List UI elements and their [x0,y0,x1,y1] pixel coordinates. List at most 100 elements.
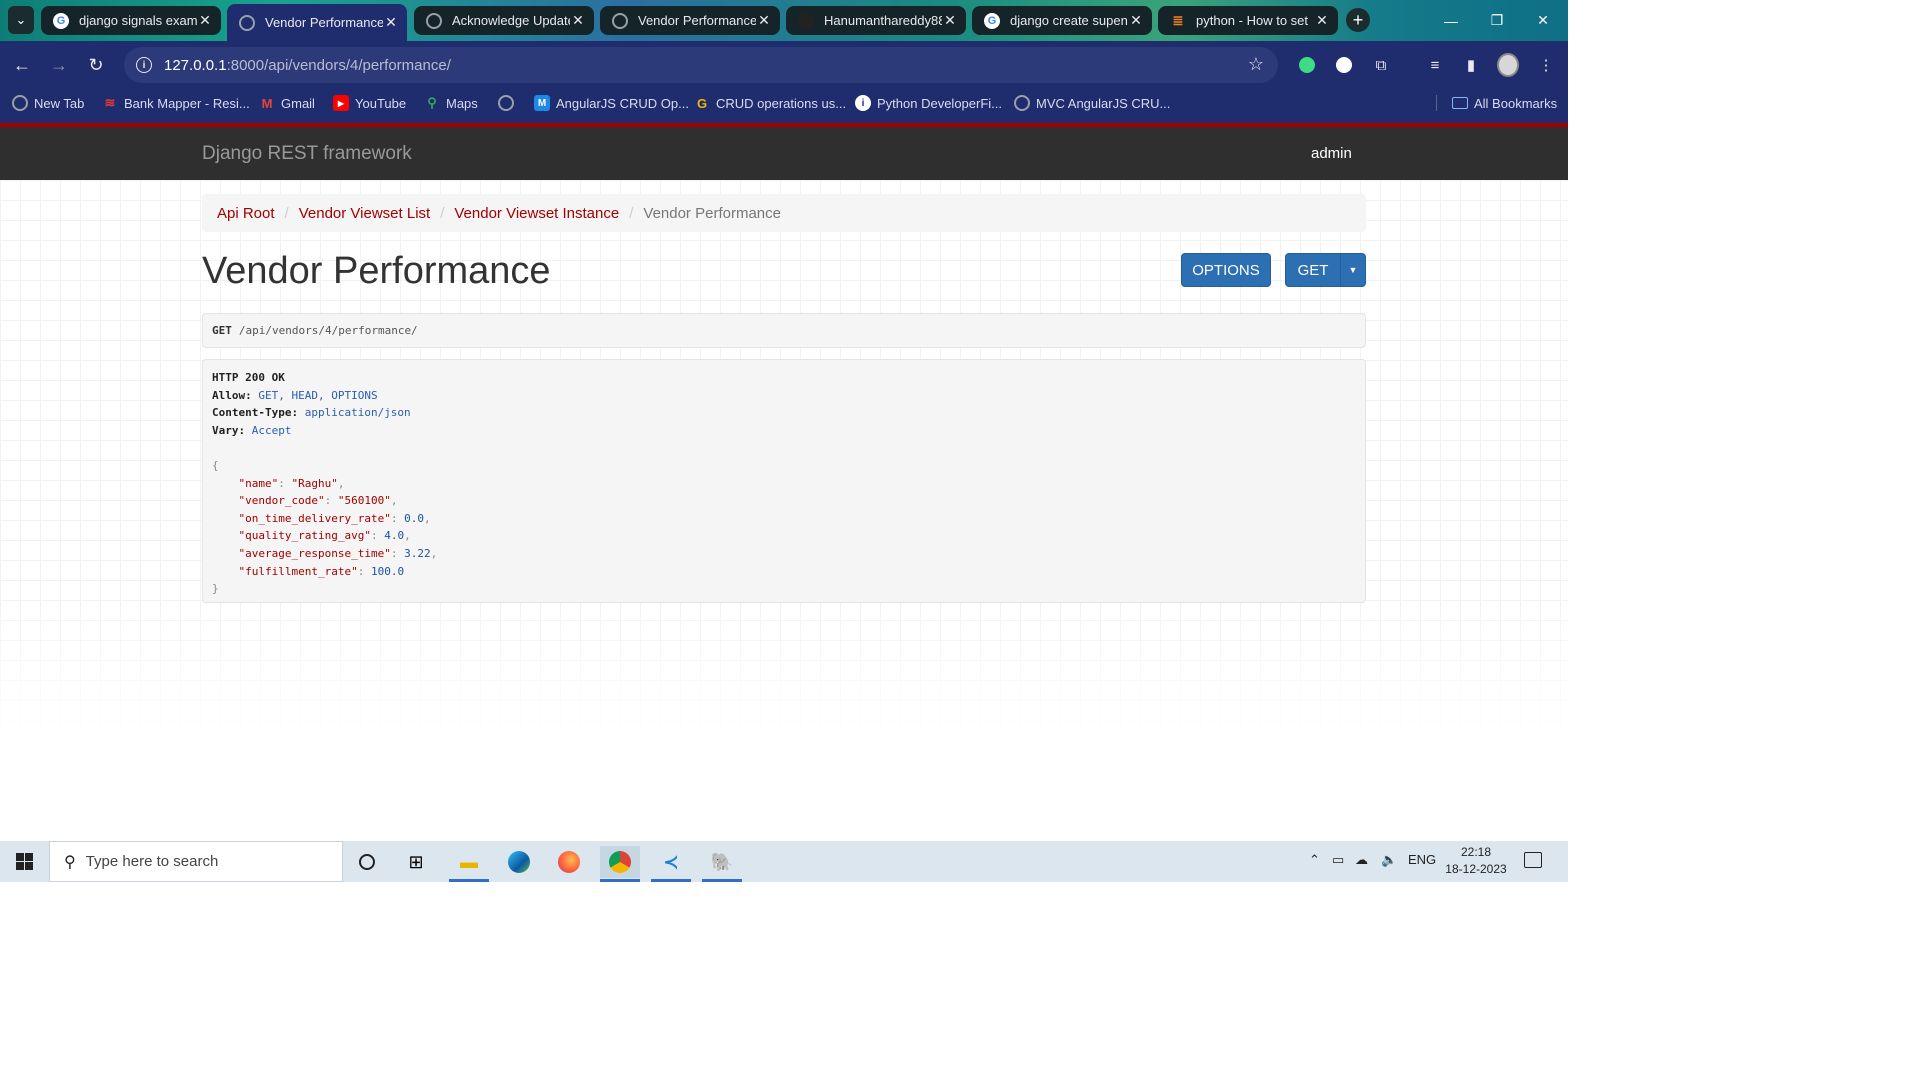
taskbar-search-box[interactable]: ⚲ Type here to search [49,841,343,882]
user-menu[interactable]: admin [1311,145,1352,162]
breadcrumb-separator: / [629,204,634,222]
info-icon: i [855,95,871,111]
side-panel-icon[interactable]: ▮ [1460,54,1482,76]
response-status: HTTP 200 OK [212,371,285,384]
notification-icon[interactable] [1524,852,1542,868]
request-info: GET /api/vendors/4/performance/ [202,313,1366,348]
bookmark-star-icon[interactable]: ☆ [1248,54,1264,75]
url-text[interactable]: 127.0.0.1:8000/api/vendors/4/performance… [164,57,451,74]
site-info-icon[interactable]: i [136,57,152,73]
cortana-icon[interactable] [347,846,387,878]
bookmark-label: AngularJS CRUD Op... [556,95,689,111]
close-icon[interactable]: ✕ [1314,12,1330,29]
tab-title: python - How to set [1196,13,1308,28]
tab-title: Hanumanthareddy88 [824,13,942,28]
reload-button[interactable]: ↻ [84,53,108,77]
firefox-icon[interactable] [549,846,589,878]
breadcrumb-api-root[interactable]: Api Root [217,205,275,222]
browser-tab[interactable]: ≣ python - How to set ✕ [1158,6,1338,35]
close-icon: ✕ [1537,12,1549,28]
extension-circle-icon[interactable] [1333,54,1355,76]
close-icon[interactable]: ✕ [756,12,772,29]
bookmark-item[interactable]: ▶ YouTube [333,94,406,112]
profile-avatar[interactable] [1497,53,1519,77]
chevron-up-icon[interactable]: ⌃ [1309,852,1320,868]
json-value: "Raghu" [291,476,338,490]
signal-icon: ≋ [104,95,116,110]
bookmark-item[interactable]: New Tab [12,94,84,112]
volume-icon[interactable]: 🔈 [1381,852,1397,868]
extension-android-icon[interactable] [1296,54,1318,76]
drf-brand-link[interactable]: Django REST framework [202,143,412,165]
browser-tab[interactable]: G django signals examp ✕ [41,6,221,35]
browser-tab-active[interactable]: Vendor Performance ✕ [227,4,407,41]
bookmark-label: Python DeveloperFi... [877,95,1003,111]
bookmark-item[interactable]: M Gmail [259,94,315,112]
bookmarks-divider [1436,95,1437,111]
postgresql-icon[interactable]: 🐘 [702,846,742,882]
network-icon[interactable]: ☁ [1355,852,1368,868]
bookmark-label: New Tab [34,95,85,111]
breadcrumb-vendor-list[interactable]: Vendor Viewset List [299,205,430,222]
clock[interactable]: 22:18 18-12-2023 [1440,844,1512,878]
json-value: 4.0 [384,529,405,543]
tab-title: Vendor Performance [265,15,383,30]
media-controls-icon[interactable]: ≡ [1424,54,1446,76]
forward-button[interactable]: → [47,53,71,77]
bookmark-item[interactable]: ≋ Bank Mapper - Resi... [102,94,250,112]
edge-icon[interactable] [499,846,539,878]
restore-button[interactable]: ❐ [1474,0,1520,41]
header-key: Allow: [212,388,252,402]
task-view-icon[interactable]: ⊞ [396,846,436,878]
close-icon[interactable]: ✕ [1128,12,1144,29]
close-icon[interactable]: ✕ [383,14,399,31]
bookmark-item[interactable]: MVC AngularJS CRU... [1014,94,1170,112]
kebab-menu-icon[interactable]: ⋮ [1535,54,1557,76]
browser-tab[interactable]: Acknowledge Update ✕ [414,6,594,35]
start-button[interactable] [0,841,48,882]
breadcrumb-vendor-instance[interactable]: Vendor Viewset Instance [454,205,619,222]
json-key: "on_time_delivery_rate" [238,511,391,525]
json-key: "vendor_code" [238,494,325,508]
options-button[interactable]: OPTIONS [1181,253,1271,287]
json-key: "name" [238,476,279,490]
bookmark-item[interactable]: i Python DeveloperFi... [855,94,1002,112]
battery-icon[interactable]: ▭ [1332,852,1344,868]
windows-taskbar: ⚲ Type here to search ⊞ ▬ ≺ 🐘 ⌃ ▭ ☁ 🔈 EN… [0,841,1568,882]
close-icon[interactable]: ✕ [197,12,213,29]
breadcrumb-separator: / [440,204,445,222]
restore-icon: ❐ [1490,12,1504,28]
tab-title: Acknowledge Update [452,13,570,28]
chrome-icon[interactable] [600,846,640,882]
all-bookmarks-label: All Bookmarks [1474,95,1558,111]
header-value: application/json [304,406,411,420]
browser-tab[interactable]: Hanumanthareddy88 ✕ [786,6,966,35]
bookmark-item[interactable]: ⚲ Maps [424,94,478,112]
tab-search-button[interactable]: ⌄ [8,6,34,34]
close-window-button[interactable]: ✕ [1520,0,1566,41]
close-icon[interactable]: ✕ [570,12,586,29]
vscode-icon[interactable]: ≺ [651,846,691,882]
header-value: Accept [251,423,292,437]
bookmark-item[interactable]: M AngularJS CRUD Op... [534,94,689,112]
puzzle-icon[interactable]: ⧉ [1370,54,1392,76]
all-bookmarks-button[interactable]: All Bookmarks [1452,94,1557,112]
get-button[interactable]: GET [1285,253,1341,287]
arrow-left-icon: ← [13,54,31,75]
language-indicator[interactable]: ENG [1408,852,1436,867]
close-icon[interactable]: ✕ [942,12,958,29]
map-pin-icon: ⚲ [427,95,437,110]
bookmark-item[interactable]: G CRUD operations us... [694,94,846,112]
tab-strip: ⌄ G django signals examp ✕ Vendor Perfor… [0,0,1568,41]
json-brace: } [212,582,219,596]
bookmark-label: MVC AngularJS CRU... [1036,95,1171,111]
get-format-dropdown[interactable]: ▼ [1340,253,1366,287]
browser-tab[interactable]: G django create supen ✕ [972,6,1152,35]
browser-tab[interactable]: Vendor Performance ✕ [600,6,780,35]
minimize-button[interactable]: — [1428,0,1474,41]
bookmark-item[interactable] [498,94,520,112]
file-explorer-icon[interactable]: ▬ [449,846,489,882]
address-bar[interactable]: i 127.0.0.1:8000/api/vendors/4/performan… [124,47,1278,83]
new-tab-button[interactable]: + [1346,8,1370,32]
back-button[interactable]: ← [10,53,34,77]
